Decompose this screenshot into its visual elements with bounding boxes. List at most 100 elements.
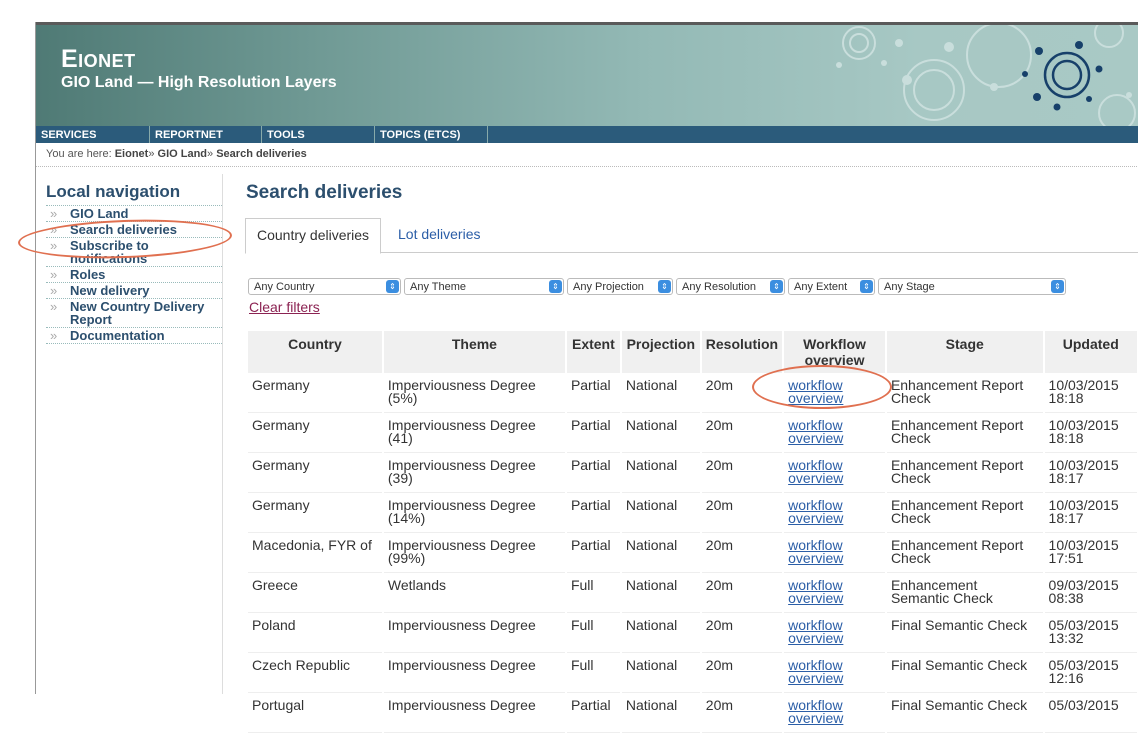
cell-stage: Enhancement Report Check (886, 535, 1043, 573)
cell-updated: 05/03/2015 13:32 (1044, 615, 1137, 653)
cell-updated: 10/03/2015 18:18 (1044, 375, 1137, 413)
cell-theme: Imperviousness Degree (5%) (383, 375, 565, 413)
cell-country: Poland (248, 615, 382, 653)
decorative-circles-graphic (836, 25, 1136, 129)
cell-country: Germany (248, 375, 382, 413)
topnav-topics[interactable]: TOPICS (ETCS) (375, 126, 488, 143)
tab-lot-deliveries[interactable]: Lot deliveries (387, 218, 492, 252)
country-select-value: Any Country (254, 281, 315, 293)
filter-bar: Any Country ⇕ Any Theme ⇕ Any Projection ⇕ … (248, 278, 1066, 295)
cell-country: Czech Republic (248, 655, 382, 693)
table-body: Germany Imperviousness Degree (5%) Partial… (248, 375, 1137, 733)
select-arrow-icon: ⇕ (1051, 280, 1064, 293)
column-header-updated[interactable]: Updated (1044, 331, 1137, 373)
cell-resolution: 20m (701, 455, 783, 493)
select-arrow-icon: ⇕ (770, 280, 783, 293)
select-arrow-icon: ⇕ (549, 280, 562, 293)
column-header-country[interactable]: Country (248, 331, 382, 373)
cell-resolution: 20m (701, 415, 783, 453)
cell-stage: Final Semantic Check (886, 655, 1043, 693)
theme-select-value: Any Theme (410, 281, 467, 293)
cell-stage: Enhancement Semantic Check (886, 575, 1043, 613)
extent-select[interactable]: Any Extent ⇕ (788, 278, 875, 295)
table-header-row: Country Theme Extent Projection Resoluti… (248, 331, 1137, 373)
cell-projection: National (621, 575, 700, 613)
cell-resolution: 20m (701, 575, 783, 613)
page-title: Search deliveries (246, 182, 403, 203)
cell-resolution: 20m (701, 615, 783, 653)
select-arrow-icon: ⇕ (860, 280, 873, 293)
theme-select[interactable]: Any Theme ⇕ (404, 278, 564, 295)
cell-stage: Enhancement Report Check (886, 455, 1043, 493)
clear-filters-link[interactable]: Clear filters (249, 299, 320, 315)
deliveries-table: Country Theme Extent Projection Resoluti… (246, 329, 1138, 735)
column-header-resolution[interactable]: Resolution (701, 331, 783, 373)
projection-select[interactable]: Any Projection ⇕ (567, 278, 673, 295)
cell-projection: National (621, 455, 700, 493)
column-header-stage[interactable]: Stage (886, 331, 1043, 373)
cell-workflow: workflow overview (784, 535, 885, 573)
top-navigation: SERVICES REPORTNET TOOLS TOPICS (ETCS) (36, 126, 1138, 143)
cell-theme: Imperviousness Degree (383, 655, 565, 693)
cell-extent: Partial (566, 535, 620, 573)
page-frame: Eionet GIO Land — High Resolution Layers (17, 22, 1138, 733)
delivery-tabs: Country deliveries Lot deliveries (245, 218, 1138, 254)
select-arrow-icon: ⇕ (658, 280, 671, 293)
table-row: Macedonia, FYR of Imperviousness Degree (… (248, 535, 1137, 573)
cell-workflow: workflow overview (784, 455, 885, 493)
breadcrumb-prefix: You are here: (46, 148, 112, 160)
resolution-select[interactable]: Any Resolution ⇕ (676, 278, 785, 295)
cell-updated: 10/03/2015 18:17 (1044, 495, 1137, 533)
cell-projection: National (621, 615, 700, 653)
workflow-overview-link[interactable]: workflow overview (788, 577, 843, 606)
localnav-item-documentation[interactable]: Documentation (46, 328, 222, 344)
topnav-tools[interactable]: TOOLS (262, 126, 375, 143)
cell-country: Portugal (248, 695, 382, 733)
cell-resolution: 20m (701, 535, 783, 573)
site-banner: Eionet GIO Land — High Resolution Layers (36, 22, 1138, 129)
column-header-extent[interactable]: Extent (566, 331, 620, 373)
cell-extent: Partial (566, 455, 620, 493)
cell-country: Macedonia, FYR of (248, 535, 382, 573)
table-row: Germany Imperviousness Degree (14%) Partia… (248, 495, 1137, 533)
cell-stage: Final Semantic Check (886, 695, 1043, 733)
workflow-overview-link[interactable]: workflow overview (788, 697, 843, 726)
cell-projection: National (621, 375, 700, 413)
cell-extent: Full (566, 575, 620, 613)
localnav-item-new-delivery[interactable]: New delivery (46, 283, 222, 299)
cell-workflow: workflow overview (784, 575, 885, 613)
workflow-overview-link[interactable]: workflow overview (788, 417, 843, 446)
country-select[interactable]: Any Country ⇕ (248, 278, 401, 295)
breadcrumb-eionet[interactable]: Eionet (115, 148, 149, 160)
cell-country: Germany (248, 495, 382, 533)
tab-country-deliveries[interactable]: Country deliveries (245, 218, 382, 254)
workflow-overview-link[interactable]: workflow overview (788, 457, 843, 486)
workflow-overview-link[interactable]: workflow overview (788, 617, 843, 646)
workflow-overview-link[interactable]: workflow overview (788, 497, 843, 526)
highlight-ring-workflow-overview (752, 365, 892, 409)
column-header-projection[interactable]: Projection (621, 331, 700, 373)
localnav-item-roles[interactable]: Roles (46, 267, 222, 283)
cell-theme: Imperviousness Degree (383, 695, 565, 733)
column-header-theme[interactable]: Theme (383, 331, 565, 373)
workflow-overview-link[interactable]: workflow overview (788, 657, 843, 686)
cell-extent: Full (566, 615, 620, 653)
cell-theme: Imperviousness Degree (99%) (383, 535, 565, 573)
eionet-logo[interactable]: Eionet (61, 45, 136, 74)
breadcrumb-gio-land[interactable]: GIO Land (158, 148, 208, 160)
workflow-overview-link[interactable]: workflow overview (788, 537, 843, 566)
cell-extent: Partial (566, 695, 620, 733)
site-subtitle: GIO Land — High Resolution Layers (61, 74, 337, 91)
cell-extent: Partial (566, 495, 620, 533)
stage-select[interactable]: Any Stage ⇕ (878, 278, 1066, 295)
cell-theme: Imperviousness Degree (14%) (383, 495, 565, 533)
cell-projection: National (621, 535, 700, 573)
cell-theme: Imperviousness Degree (39) (383, 455, 565, 493)
cell-updated: 05/03/2015 12:16 (1044, 655, 1137, 693)
sidebar-divider (222, 174, 223, 694)
localnav-item-new-country-report[interactable]: New Country Delivery Report (46, 299, 222, 328)
resolution-select-value: Any Resolution (682, 281, 756, 293)
topnav-services[interactable]: SERVICES (36, 126, 150, 143)
topnav-reportnet[interactable]: REPORTNET (150, 126, 262, 143)
breadcrumb-separator: » (207, 148, 214, 160)
